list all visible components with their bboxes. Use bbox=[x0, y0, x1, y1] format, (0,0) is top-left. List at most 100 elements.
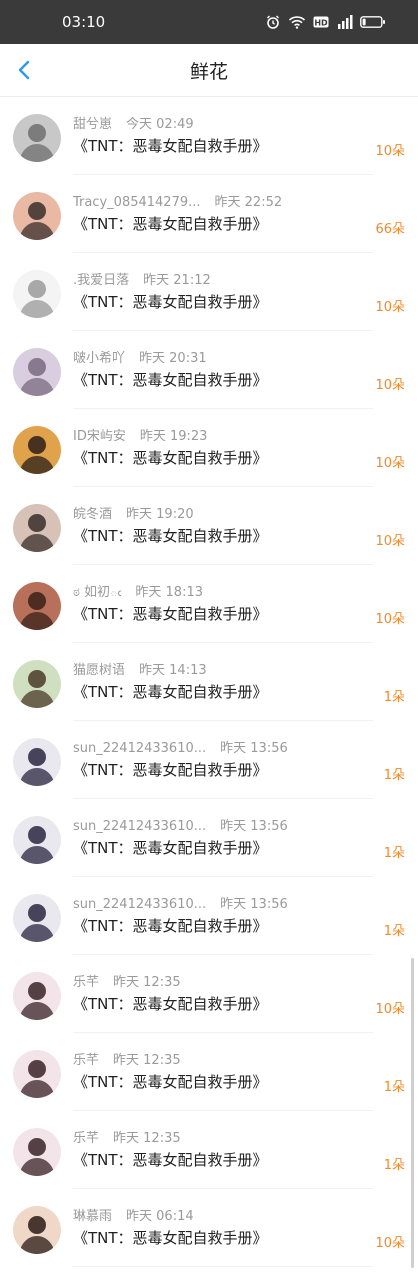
book-title: 《TNT：恶毒女配自救手册》 bbox=[73, 215, 268, 233]
avatar[interactable] bbox=[13, 660, 61, 708]
list-item[interactable]: 啵小希吖 昨天 20:31 《TNT：恶毒女配自救手册》 10朵 bbox=[0, 331, 418, 409]
flower-count: 1朵 bbox=[383, 768, 405, 783]
book-title: 《TNT：恶毒女配自救手册》 bbox=[73, 683, 268, 701]
list-item[interactable]: ಠ 如初ఁ 昨天 18:13 《TNT：恶毒女配自救手册》 10朵 bbox=[0, 565, 418, 643]
user-name[interactable]: 皖冬酒 bbox=[73, 507, 112, 522]
avatar[interactable] bbox=[13, 1206, 61, 1254]
timestamp: 昨天 13:56 bbox=[220, 819, 288, 834]
user-name[interactable]: sun_22412433610... bbox=[73, 819, 206, 834]
name-line: sun_22412433610... 昨天 13:56 bbox=[73, 815, 368, 834]
user-name[interactable]: 琳慕雨 bbox=[73, 1209, 112, 1224]
timestamp: 昨天 12:35 bbox=[113, 1131, 181, 1146]
flower-count: 10朵 bbox=[375, 1236, 405, 1251]
battery-icon bbox=[360, 13, 386, 31]
book-title: 《TNT：恶毒女配自救手册》 bbox=[73, 1151, 268, 1169]
timestamp: 昨天 13:56 bbox=[220, 741, 288, 756]
nav-bar: 鲜花 bbox=[0, 44, 418, 97]
list-item[interactable]: 乐芊 昨天 12:35 《TNT：恶毒女配自救手册》 1朵 bbox=[0, 1033, 418, 1111]
avatar[interactable] bbox=[13, 972, 61, 1020]
avatar[interactable] bbox=[13, 348, 61, 396]
name-line: 乐芊 昨天 12:35 bbox=[73, 1127, 368, 1146]
user-name[interactable]: 甜兮崽 bbox=[73, 117, 112, 132]
book-title: 《TNT：恶毒女配自救手册》 bbox=[73, 605, 268, 623]
avatar[interactable] bbox=[13, 1050, 61, 1098]
name-line: 猫愿树语 昨天 14:13 bbox=[73, 659, 368, 678]
scrollbar[interactable] bbox=[411, 958, 414, 1268]
avatar[interactable] bbox=[13, 192, 61, 240]
list-item[interactable]: sun_22412433610... 昨天 13:56 《TNT：恶毒女配自救手册》… bbox=[0, 721, 418, 799]
avatar[interactable] bbox=[13, 582, 61, 630]
avatar[interactable] bbox=[13, 738, 61, 786]
list-item[interactable]: 猫愿树语 昨天 14:13 《TNT：恶毒女配自救手册》 1朵 bbox=[0, 643, 418, 721]
name-line: 乐芊 昨天 12:35 bbox=[73, 1049, 368, 1068]
list-item[interactable]: 乐芊 昨天 12:35 《TNT：恶毒女配自救手册》 10朵 bbox=[0, 955, 418, 1033]
user-name[interactable]: Tracy_085414279... bbox=[73, 195, 201, 210]
name-line: 乐芊 昨天 12:35 bbox=[73, 971, 368, 990]
avatar[interactable] bbox=[13, 816, 61, 864]
name-line: 皖冬酒 昨天 19:20 bbox=[73, 503, 368, 522]
name-line: Tracy_085414279... 昨天 22:52 bbox=[73, 191, 368, 210]
timestamp: 昨天 19:23 bbox=[139, 429, 208, 444]
user-name[interactable]: .我爱日落 bbox=[73, 273, 129, 288]
flower-count: 10朵 bbox=[375, 1002, 405, 1017]
hd-icon: HD bbox=[312, 13, 330, 31]
avatar[interactable] bbox=[13, 504, 61, 552]
name-line: ಠ 如初ఁ 昨天 18:13 bbox=[73, 581, 368, 603]
timestamp: 昨天 12:35 bbox=[113, 1053, 181, 1068]
user-name[interactable]: 乐芊 bbox=[73, 975, 99, 990]
timestamp: 昨天 19:20 bbox=[126, 507, 194, 522]
timestamp: 昨天 13:56 bbox=[220, 897, 288, 912]
name-line: sun_22412433610... 昨天 13:56 bbox=[73, 737, 368, 756]
book-title: 《TNT：恶毒女配自救手册》 bbox=[73, 1229, 268, 1247]
book-title: 《TNT：恶毒女配自救手册》 bbox=[73, 995, 268, 1013]
list-item[interactable]: .我爱日落 昨天 21:12 《TNT：恶毒女配自救手册》 10朵 bbox=[0, 253, 418, 331]
list-item[interactable]: 琳慕雨 昨天 06:14 《TNT：恶毒女配自救手册》 10朵 bbox=[0, 1189, 418, 1267]
list-item[interactable]: 甜兮崽 今天 02:49 《TNT：恶毒女配自救手册》 10朵 bbox=[0, 97, 418, 175]
name-line: .我爱日落 昨天 21:12 bbox=[73, 269, 368, 288]
flower-count: 10朵 bbox=[375, 612, 405, 627]
list-item[interactable]: Tracy_085414279... 昨天 22:52 《TNT：恶毒女配自救手册》… bbox=[0, 175, 418, 253]
list-item[interactable]: ID宋屿安 昨天 19:23 《TNT：恶毒女配自救手册》 10朵 bbox=[0, 409, 418, 487]
list-item[interactable]: sun_22412433610... 昨天 13:56 《TNT：恶毒女配自救手册》… bbox=[0, 877, 418, 955]
flower-count: 10朵 bbox=[375, 456, 405, 471]
user-name[interactable]: ID宋屿安 bbox=[73, 429, 126, 444]
name-line: sun_22412433610... 昨天 13:56 bbox=[73, 893, 368, 912]
book-title: 《TNT：恶毒女配自救手册》 bbox=[73, 293, 268, 311]
avatar[interactable] bbox=[13, 426, 61, 474]
timestamp: 今天 02:49 bbox=[126, 117, 194, 132]
timestamp: 昨天 12:35 bbox=[113, 975, 181, 990]
page-title: 鲜花 bbox=[189, 60, 228, 83]
list-item[interactable]: 乐芊 昨天 12:35 《TNT：恶毒女配自救手册》 1朵 bbox=[0, 1111, 418, 1189]
list-item[interactable]: 皖冬酒 昨天 19:20 《TNT：恶毒女配自救手册》 10朵 bbox=[0, 487, 418, 565]
alarm-icon bbox=[264, 13, 282, 31]
book-title: 《TNT：恶毒女配自救手册》 bbox=[73, 1073, 268, 1091]
name-line: ID宋屿安 昨天 19:23 bbox=[73, 425, 368, 444]
user-name[interactable]: sun_22412433610... bbox=[73, 741, 206, 756]
user-name[interactable]: 乐芊 bbox=[73, 1131, 99, 1146]
avatar[interactable] bbox=[13, 894, 61, 942]
name-line: 啵小希吖 昨天 20:31 bbox=[73, 347, 368, 366]
user-name[interactable]: sun_22412433610... bbox=[73, 897, 206, 912]
flower-count: 10朵 bbox=[375, 534, 405, 549]
timestamp: 昨天 20:31 bbox=[139, 351, 207, 366]
user-name[interactable]: 乐芊 bbox=[73, 1053, 99, 1068]
avatar[interactable] bbox=[13, 114, 61, 162]
avatar[interactable] bbox=[13, 270, 61, 318]
status-bar: 03:10 HD bbox=[0, 0, 418, 44]
list-item[interactable]: sun_22412433610... 昨天 13:56 《TNT：恶毒女配自救手册》… bbox=[0, 799, 418, 877]
name-line: 甜兮崽 今天 02:49 bbox=[73, 113, 368, 132]
user-name[interactable]: 啵小希吖 bbox=[73, 351, 125, 366]
timestamp: 昨天 22:52 bbox=[214, 195, 283, 210]
user-name[interactable]: ಠ 如初ఁ bbox=[73, 585, 121, 600]
avatar[interactable] bbox=[13, 1128, 61, 1176]
book-title: 《TNT：恶毒女配自救手册》 bbox=[73, 527, 268, 545]
flower-count: 10朵 bbox=[375, 378, 405, 393]
back-button[interactable] bbox=[10, 56, 38, 84]
svg-text:HD: HD bbox=[314, 19, 328, 28]
divider bbox=[73, 1266, 373, 1267]
flower-count: 10朵 bbox=[375, 144, 405, 159]
user-name[interactable]: 猫愿树语 bbox=[73, 663, 125, 678]
chevron-left-icon bbox=[18, 60, 30, 80]
flower-count: 1朵 bbox=[383, 924, 405, 939]
timestamp: 昨天 21:12 bbox=[143, 273, 211, 288]
